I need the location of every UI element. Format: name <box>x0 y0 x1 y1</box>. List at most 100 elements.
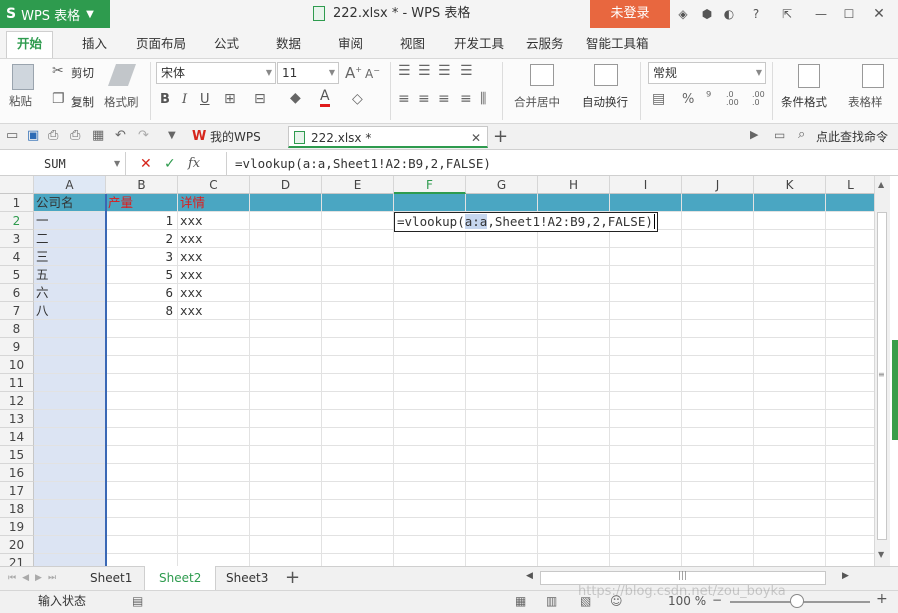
macro-icon[interactable]: ▤ <box>132 594 143 608</box>
cell-j13[interactable] <box>682 410 754 428</box>
copy-button[interactable]: 复制 <box>71 94 94 110</box>
align-middle-icon[interactable]: ☰ <box>418 63 431 79</box>
export-pdf-icon[interactable]: ▦ <box>92 128 104 143</box>
tab-home[interactable]: 开始 <box>6 31 54 59</box>
cell-i20[interactable] <box>610 536 682 554</box>
row-header-16[interactable]: 16 <box>0 464 34 482</box>
editing-cell-F2[interactable]: =vlookup(a:a,Sheet1!A2:B9,2,FALSE) <box>394 212 658 232</box>
cell-l19[interactable] <box>826 518 874 536</box>
justify-icon[interactable]: ≡ <box>460 91 472 107</box>
cell-a14[interactable] <box>34 428 106 446</box>
cell-l16[interactable] <box>826 464 874 482</box>
cell-b20[interactable] <box>106 536 178 554</box>
cell-h6[interactable] <box>538 284 610 302</box>
cell-k4[interactable] <box>754 248 826 266</box>
cell-k14[interactable] <box>754 428 826 446</box>
row-header-13[interactable]: 13 <box>0 410 34 428</box>
cell-l7[interactable] <box>826 302 874 320</box>
cell-e21[interactable] <box>322 554 394 566</box>
cell-i7[interactable] <box>610 302 682 320</box>
cell-i11[interactable] <box>610 374 682 392</box>
cell-g5[interactable] <box>466 266 538 284</box>
row-header-3[interactable]: 3 <box>0 230 34 248</box>
scroll-left-icon[interactable]: ◀ <box>526 571 533 581</box>
cell-f11[interactable] <box>394 374 466 392</box>
cell-i13[interactable] <box>610 410 682 428</box>
cell-g15[interactable] <box>466 446 538 464</box>
cell-h7[interactable] <box>538 302 610 320</box>
cell-i8[interactable] <box>610 320 682 338</box>
spreadsheet-grid[interactable]: ABCDEFGHIJKL 1 2 3 4 5 6 7 8 9 10 11 12 13 14 15 16 17 18… <box>0 176 874 566</box>
row-header-19[interactable]: 19 <box>0 518 34 536</box>
column-header-c[interactable]: C <box>178 176 250 194</box>
cell-i16[interactable] <box>610 464 682 482</box>
insert-function-button[interactable]: fx <box>188 152 200 176</box>
name-box[interactable]: SUM <box>0 152 126 176</box>
cell-a16[interactable] <box>34 464 106 482</box>
tab-developer[interactable]: 开发工具 <box>444 32 514 56</box>
row-header-20[interactable]: 20 <box>0 536 34 554</box>
cell-b14[interactable] <box>106 428 178 446</box>
sheet-tab-3[interactable]: Sheet3 <box>212 566 282 590</box>
cell-d9[interactable] <box>250 338 322 356</box>
cell-i3[interactable] <box>610 230 682 248</box>
font-size-select[interactable]: 11 ▼ <box>277 62 339 84</box>
cell-c3[interactable]: xxx <box>178 230 250 248</box>
cube-icon[interactable]: ⬢ <box>698 5 716 23</box>
cell-j20[interactable] <box>682 536 754 554</box>
open-folder-icon[interactable]: ▭ <box>6 128 18 143</box>
cell-b16[interactable] <box>106 464 178 482</box>
cell-g16[interactable] <box>466 464 538 482</box>
cell-c10[interactable] <box>178 356 250 374</box>
column-header-d[interactable]: D <box>250 176 322 194</box>
cell-a9[interactable] <box>34 338 106 356</box>
cell-i5[interactable] <box>610 266 682 284</box>
cell-c1[interactable]: 详情 <box>178 194 250 212</box>
cell-i15[interactable] <box>610 446 682 464</box>
cell-l11[interactable] <box>826 374 874 392</box>
cell-b10[interactable] <box>106 356 178 374</box>
cell-i1[interactable] <box>610 194 682 212</box>
cell-j8[interactable] <box>682 320 754 338</box>
cell-g17[interactable] <box>466 482 538 500</box>
cell-f4[interactable] <box>394 248 466 266</box>
cell-d5[interactable] <box>250 266 322 284</box>
cell-j19[interactable] <box>682 518 754 536</box>
page-layout-view-icon[interactable]: ▥ <box>546 594 557 608</box>
cell-j15[interactable] <box>682 446 754 464</box>
number-format-select[interactable]: 常规 ▼ <box>648 62 766 84</box>
cell-b8[interactable] <box>106 320 178 338</box>
undo-icon[interactable]: ↶ <box>115 128 126 143</box>
column-header-a[interactable]: A <box>34 176 106 194</box>
cell-g3[interactable] <box>466 230 538 248</box>
cell-j14[interactable] <box>682 428 754 446</box>
cell-b3[interactable]: 2 <box>106 230 178 248</box>
cell-l17[interactable] <box>826 482 874 500</box>
redo-icon[interactable]: ↷ <box>138 128 149 143</box>
currency-icon[interactable]: ▤ <box>652 91 665 107</box>
cell-l6[interactable] <box>826 284 874 302</box>
paste-button[interactable]: 粘贴 <box>9 93 32 109</box>
command-search-input[interactable]: 点此查找命令 <box>816 124 888 150</box>
cell-k9[interactable] <box>754 338 826 356</box>
cell-b6[interactable]: 6 <box>106 284 178 302</box>
cell-a3[interactable]: 二 <box>34 230 106 248</box>
column-header-g[interactable]: G <box>466 176 538 194</box>
cell-d3[interactable] <box>250 230 322 248</box>
column-header-j[interactable]: J <box>682 176 754 194</box>
new-tab-icon[interactable]: + <box>493 126 508 148</box>
cell-c12[interactable] <box>178 392 250 410</box>
cell-h19[interactable] <box>538 518 610 536</box>
cell-i14[interactable] <box>610 428 682 446</box>
cell-i4[interactable] <box>610 248 682 266</box>
cell-e18[interactable] <box>322 500 394 518</box>
cell-k12[interactable] <box>754 392 826 410</box>
cell-e12[interactable] <box>322 392 394 410</box>
cell-f18[interactable] <box>394 500 466 518</box>
sheet-tab-1[interactable]: Sheet1 <box>76 566 146 590</box>
row-header-12[interactable]: 12 <box>0 392 34 410</box>
cell-h18[interactable] <box>538 500 610 518</box>
cell-e13[interactable] <box>322 410 394 428</box>
cell-d10[interactable] <box>250 356 322 374</box>
cell-e16[interactable] <box>322 464 394 482</box>
